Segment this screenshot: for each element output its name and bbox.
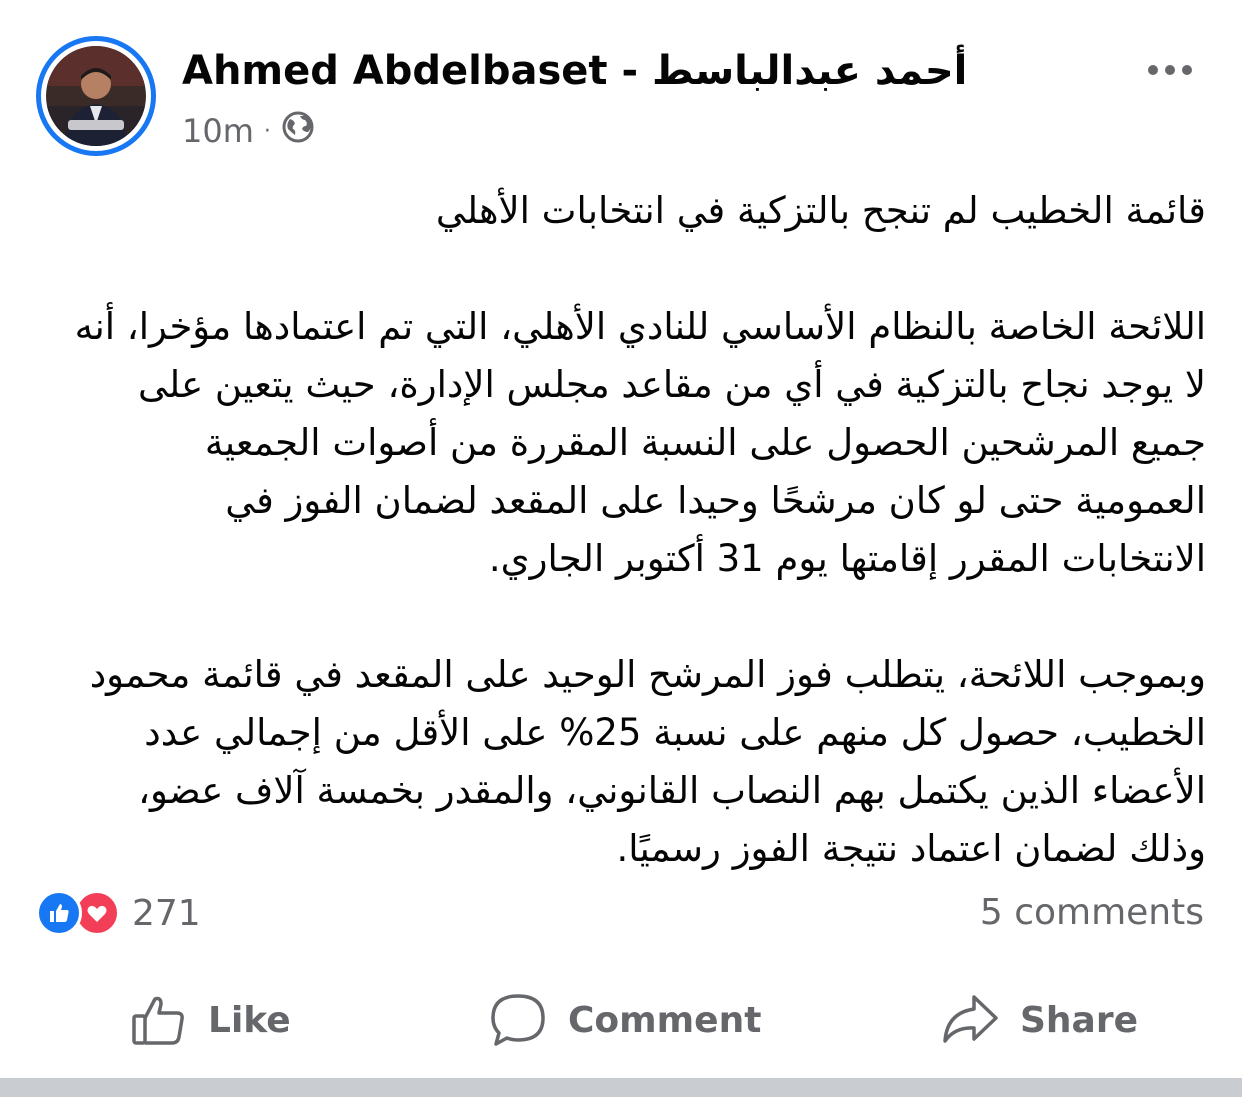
reaction-count[interactable]: 271 — [132, 893, 201, 934]
facebook-post: Ahmed Abdelbaset - أحمد عبدالباسط 10m · … — [0, 0, 1242, 1097]
post-timestamp[interactable]: 10m — [182, 112, 254, 150]
avatar-story-ring[interactable] — [36, 36, 156, 156]
share-button[interactable]: Share — [940, 991, 1138, 1049]
globe-icon[interactable] — [281, 110, 315, 152]
post-paragraph: وبموجب اللائحة، يتطلب فوز المرشح الوحيد … — [89, 653, 1206, 870]
comment-icon — [491, 994, 545, 1046]
more-options-icon[interactable] — [1140, 50, 1200, 90]
more-dot — [1165, 65, 1175, 75]
post-divider — [0, 1078, 1242, 1097]
share-label: Share — [1020, 999, 1139, 1041]
more-dot — [1182, 65, 1192, 75]
meta-separator: · — [263, 118, 271, 144]
post-headline: قائمة الخطيب لم تنجح بالتزكية في انتخابا… — [435, 189, 1206, 232]
comments-count[interactable]: 5 comments — [980, 892, 1204, 933]
share-icon — [943, 995, 998, 1043]
post-meta: 10m · — [182, 110, 315, 152]
thumbs-up-icon — [132, 996, 184, 1045]
post-text: قائمة الخطيب لم تنجح بالتزكية في انتخابا… — [72, 182, 1206, 936]
like-reaction-icon — [36, 890, 82, 936]
comment-label: Comment — [568, 999, 762, 1041]
like-button[interactable]: Like — [130, 991, 291, 1049]
comment-button[interactable]: Comment — [488, 991, 761, 1049]
post-paragraph: اللائحة الخاصة بالنظام الأساسي للنادي ال… — [74, 305, 1206, 580]
like-label: Like — [208, 999, 291, 1041]
reactions-summary[interactable]: 271 — [36, 890, 201, 936]
more-dot — [1148, 65, 1158, 75]
author-name[interactable]: Ahmed Abdelbaset - أحمد عبدالباسط — [182, 48, 967, 94]
action-bar: Like Comment Share — [0, 984, 1242, 1056]
avatar[interactable] — [46, 46, 146, 146]
